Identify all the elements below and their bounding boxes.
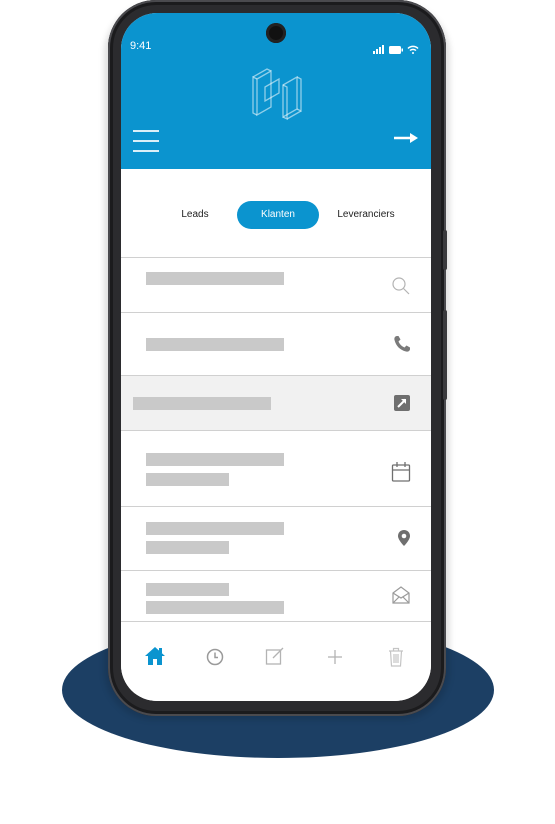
placeholder-line xyxy=(146,338,284,351)
app-header: 9:41 xyxy=(121,13,431,169)
search-icon[interactable] xyxy=(391,276,411,301)
list-item[interactable] xyxy=(121,570,431,622)
edit-icon[interactable] xyxy=(265,646,285,671)
power-button xyxy=(443,310,447,400)
tab-leads[interactable]: Leads xyxy=(169,201,221,229)
placeholder-line xyxy=(146,601,284,614)
battery-icon xyxy=(389,41,403,59)
map-pin-icon[interactable] xyxy=(397,529,411,552)
status-time: 9:41 xyxy=(130,40,152,52)
list-item[interactable] xyxy=(121,506,431,571)
hamburger-menu-icon[interactable] xyxy=(133,130,159,152)
front-camera xyxy=(266,23,286,43)
calendar-icon[interactable] xyxy=(391,461,411,488)
list-item[interactable] xyxy=(121,312,431,376)
external-link-icon[interactable] xyxy=(393,394,411,417)
phone-icon[interactable] xyxy=(393,335,411,358)
arrow-right-icon[interactable] xyxy=(393,131,419,150)
trash-icon[interactable] xyxy=(388,647,404,672)
signal-icon xyxy=(373,41,385,59)
placeholder-line xyxy=(146,272,284,285)
mail-icon[interactable] xyxy=(391,585,411,610)
bottom-navigation xyxy=(121,621,431,701)
placeholder-line xyxy=(146,522,284,535)
app-screen: 9:41 Leads Klanten Leveranciers xyxy=(121,13,431,701)
tab-leveranciers[interactable]: Leveranciers xyxy=(327,201,405,229)
placeholder-line xyxy=(146,473,229,486)
home-icon[interactable] xyxy=(144,646,166,671)
status-icons xyxy=(373,41,419,59)
tab-klanten[interactable]: Klanten xyxy=(237,201,319,229)
plus-icon[interactable] xyxy=(327,649,343,670)
placeholder-line xyxy=(133,397,271,410)
wifi-icon xyxy=(407,41,419,59)
list-item[interactable] xyxy=(121,375,431,431)
list-item[interactable] xyxy=(121,430,431,507)
clock-icon[interactable] xyxy=(206,648,224,671)
placeholder-line xyxy=(146,453,284,466)
placeholder-line xyxy=(146,541,229,554)
volume-button xyxy=(443,230,447,270)
placeholder-line xyxy=(146,583,229,596)
segment-tabs: Leads Klanten Leveranciers xyxy=(121,201,431,229)
app-logo xyxy=(251,57,303,126)
list-item[interactable] xyxy=(121,257,431,313)
